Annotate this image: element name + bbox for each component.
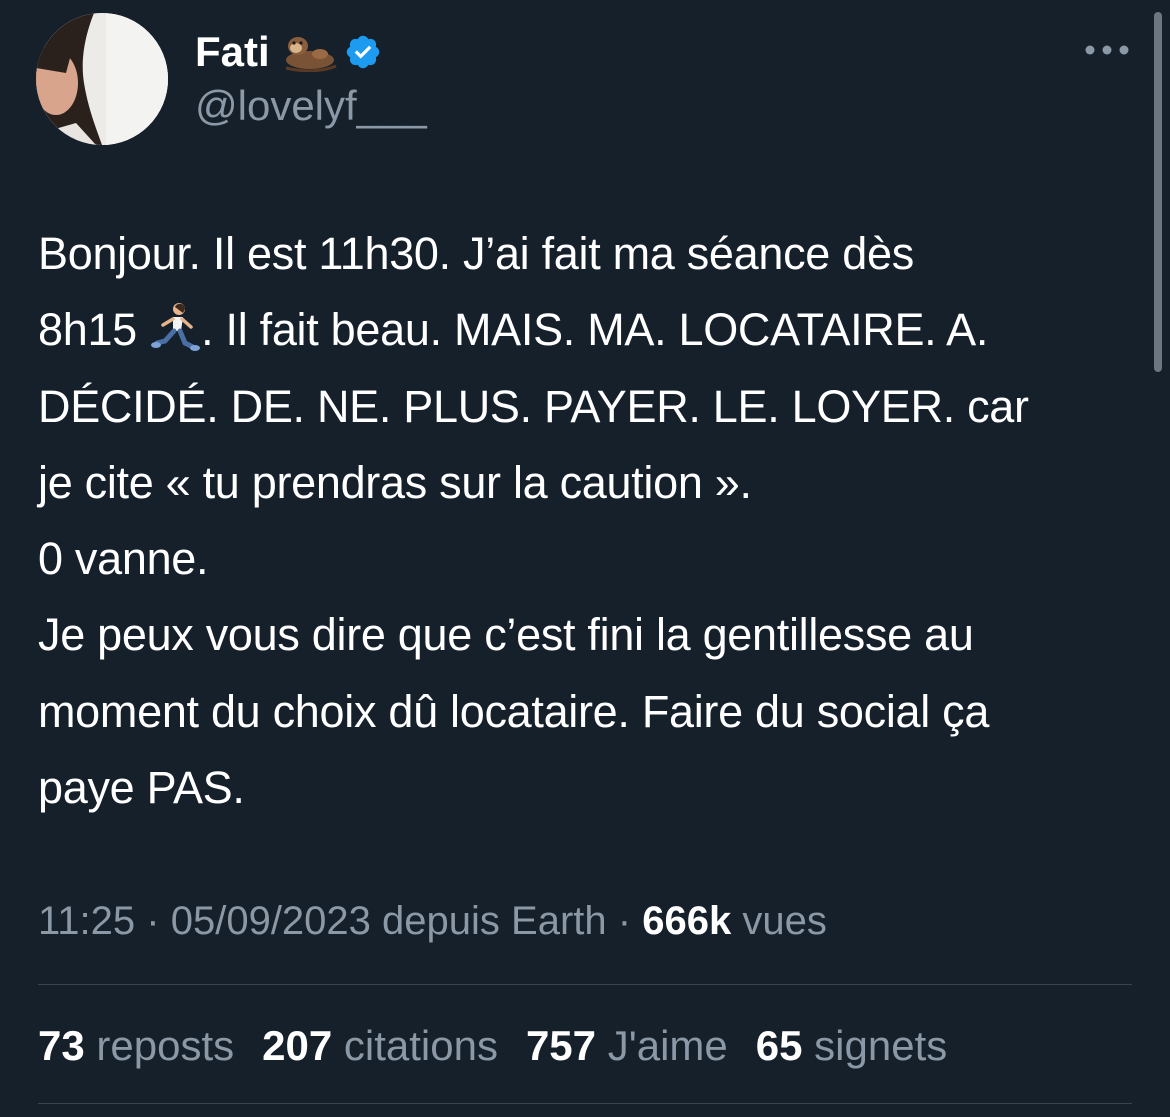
divider (38, 1103, 1132, 1104)
avatar-image (36, 13, 168, 145)
more-options-icon[interactable] (1084, 38, 1130, 62)
views-label: vues (742, 899, 827, 943)
tweet-line: 0 vanne. (38, 533, 209, 585)
bookmarks-count: 65 (755, 1022, 803, 1069)
running-woman-emoji-icon (151, 303, 201, 352)
tweet-line: paye PAS. (38, 762, 245, 814)
tweet-text: Bonjour. Il est 11h30. J’ai fait ma séan… (38, 216, 1148, 826)
tweet-line-segment: 8h15 (38, 304, 150, 356)
likes-label: J'aime (607, 1022, 728, 1069)
likes-stat[interactable]: 757 J'aime (526, 1018, 728, 1074)
scrollbar[interactable] (1154, 12, 1162, 372)
tweet-line: moment du choix dû locataire. Faire du s… (38, 685, 990, 737)
tweet-source: depuis Earth (382, 899, 607, 943)
tweet-line: 8h15 . Il fait beau. MAIS. MA. LOCATAIRE… (38, 292, 1148, 368)
views-count: 666k (642, 899, 732, 943)
tweet-line: Bonjour. Il est 11h30. J’ai fait ma séan… (38, 228, 914, 279)
quotes-stat[interactable]: 207 citations (262, 1018, 498, 1074)
tweet-meta: 11:25 · 05/09/2023 depuis Earth · 666k v… (38, 893, 827, 949)
tweet-line-segment: . Il fait beau. MAIS. MA. LOCATAIRE. A. (201, 304, 989, 356)
tweet-line: DÉCIDÉ. DE. NE. PLUS. PAYER. LE. LOYER. … (38, 380, 1029, 432)
meta-separator: · (617, 899, 632, 943)
bookmarks-label: signets (814, 1022, 948, 1069)
bookmarks-stat[interactable]: 65 signets (756, 1018, 947, 1074)
tweet: Fati @lovelyf___ Bonjour. Il est 11h30. … (0, 0, 1170, 1117)
author-name-row[interactable]: Fati (195, 28, 382, 76)
display-name[interactable]: Fati (195, 28, 270, 76)
reposts-stat[interactable]: 73 reposts (38, 1018, 234, 1074)
author-handle[interactable]: @lovelyf___ (195, 82, 427, 130)
divider (38, 984, 1132, 985)
quotes-label: citations (343, 1022, 498, 1069)
verified-badge-icon (346, 35, 379, 69)
quotes-count: 207 (262, 1022, 333, 1069)
reposts-count: 73 (38, 1022, 85, 1069)
meta-separator: · (146, 899, 160, 943)
reposts-label: reposts (96, 1022, 235, 1069)
otter-emoji-icon (285, 37, 337, 72)
engagement-stats: 73 reposts 207 citations 757 J'aime 65 s… (38, 1018, 975, 1074)
avatar[interactable] (36, 13, 168, 145)
likes-count: 757 (525, 1022, 597, 1069)
tweet-time[interactable]: 11:25 (38, 899, 135, 943)
tweet-line: je cite « tu prendras sur la caution ». (38, 456, 752, 508)
tweet-line: Je peux vous dire que c’est fini la gent… (38, 609, 974, 661)
tweet-date[interactable]: 05/09/2023 (171, 899, 371, 943)
